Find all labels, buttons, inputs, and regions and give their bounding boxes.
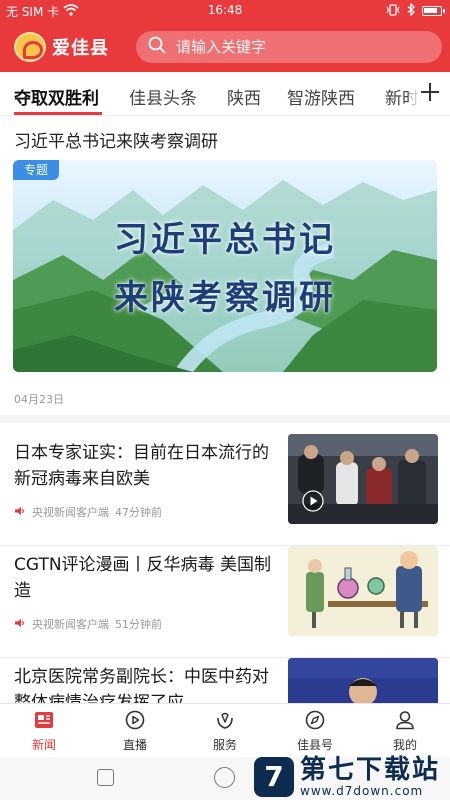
bottom-tab-mine[interactable]: 我的 — [375, 710, 435, 753]
logo-text: 爱佳县 — [52, 38, 109, 59]
recent-apps-button[interactable] — [97, 769, 114, 786]
news-title: 日本专家证实：目前在日本流行的新冠病毒来自欧美 — [14, 443, 269, 489]
search-bar[interactable] — [136, 31, 442, 63]
landscape-image — [13, 160, 437, 372]
battery-icon — [422, 6, 445, 16]
news-meta: 央视新闻客户端 47分钟前 — [14, 504, 162, 520]
news-title: CGTN评论漫画丨反华病毒 美国制造 — [14, 555, 271, 601]
active-tab-indicator — [14, 112, 102, 115]
watermark-name: 第七下载站 — [300, 755, 441, 785]
speaker-icon — [14, 618, 26, 631]
watermark-logo: 7 — [254, 757, 294, 797]
logo-mark-icon — [14, 32, 46, 62]
news-thumbnail — [288, 434, 438, 524]
service-icon — [214, 712, 236, 734]
bottom-tab-label: 我的 — [392, 738, 417, 752]
bottom-tab-live[interactable]: 直播 — [105, 710, 165, 753]
category-tabs: 夺取双胜利 佳县头条 陕西 智游陕西 新时 — [0, 72, 450, 116]
search-icon — [148, 36, 166, 58]
vibrate-icon — [385, 3, 401, 19]
tab-smart-tour-shaanxi[interactable]: 智游陕西 — [287, 84, 355, 109]
app-header: 爱佳县 — [0, 22, 450, 72]
banner-headline-line-2: 来陕考察调研 — [114, 278, 336, 318]
bottom-tab-service[interactable]: 服务 — [195, 710, 255, 753]
feature-title[interactable]: 习近平总书记来陕考察调研 — [14, 127, 218, 152]
bottom-tab-label: 直播 — [122, 738, 147, 752]
news-time: 51分钟前 — [115, 618, 162, 631]
bottom-tab-label: 服务 — [212, 738, 237, 752]
add-channel-button[interactable] — [410, 72, 450, 115]
watermark-url: www.d7down.com — [300, 784, 424, 798]
bottom-tab-jiaxian-account[interactable]: 佳县号 — [285, 710, 345, 753]
tab-shaanxi[interactable]: 陕西 — [227, 84, 261, 109]
bottom-tab-label: 佳县号 — [296, 738, 333, 752]
news-source: 央视新闻客户端 — [32, 618, 109, 631]
video-play-icon[interactable] — [302, 490, 324, 516]
news-source: 央视新闻客户端 — [32, 506, 109, 519]
section-divider — [0, 415, 450, 423]
feature-banner[interactable]: 专题 习近平总书记 来陕考察调研 — [13, 160, 437, 372]
plus-icon — [420, 82, 440, 106]
news-item[interactable]: 日本专家证实：目前在日本流行的新冠病毒来自欧美 央视新闻客户端 47分钟前 — [0, 434, 450, 546]
compass-icon — [304, 710, 326, 734]
site-watermark: 7 第七下载站 www.d7down.com — [254, 754, 440, 800]
news-thumbnail — [288, 546, 438, 636]
tab-jiaxian-headlines[interactable]: 佳县头条 — [129, 84, 197, 109]
bluetooth-icon — [407, 2, 416, 19]
user-icon — [394, 711, 416, 734]
news-time: 47分钟前 — [115, 506, 162, 519]
bottom-tab-news[interactable]: 新闻 — [14, 710, 74, 753]
home-button[interactable] — [214, 767, 235, 788]
banner-headline-line-1: 习近平总书记 — [114, 220, 336, 260]
cartoon-illustration — [288, 546, 438, 636]
bottom-tab-bar: 新闻 直播 服务 佳县号 我的 — [0, 703, 450, 757]
clock: 16:48 — [207, 3, 243, 17]
speaker-icon — [14, 506, 26, 519]
news-meta: 央视新闻客户端 51分钟前 — [14, 616, 162, 632]
topic-badge: 专题 — [13, 160, 59, 180]
news-item[interactable]: CGTN评论漫画丨反华病毒 美国制造 央视新闻客户端 51分钟前 — [0, 546, 450, 658]
feature-date: 04月23日 — [14, 393, 64, 406]
bottom-tab-label: 新闻 — [31, 738, 56, 752]
news-icon — [33, 712, 55, 734]
app-logo[interactable]: 爱佳县 — [14, 32, 109, 62]
play-circle-icon — [124, 710, 146, 734]
tab-fight-double-victory[interactable]: 夺取双胜利 — [14, 84, 99, 109]
status-bar: 无 SIM 卡 16:48 — [0, 0, 450, 22]
search-input[interactable] — [176, 38, 416, 56]
